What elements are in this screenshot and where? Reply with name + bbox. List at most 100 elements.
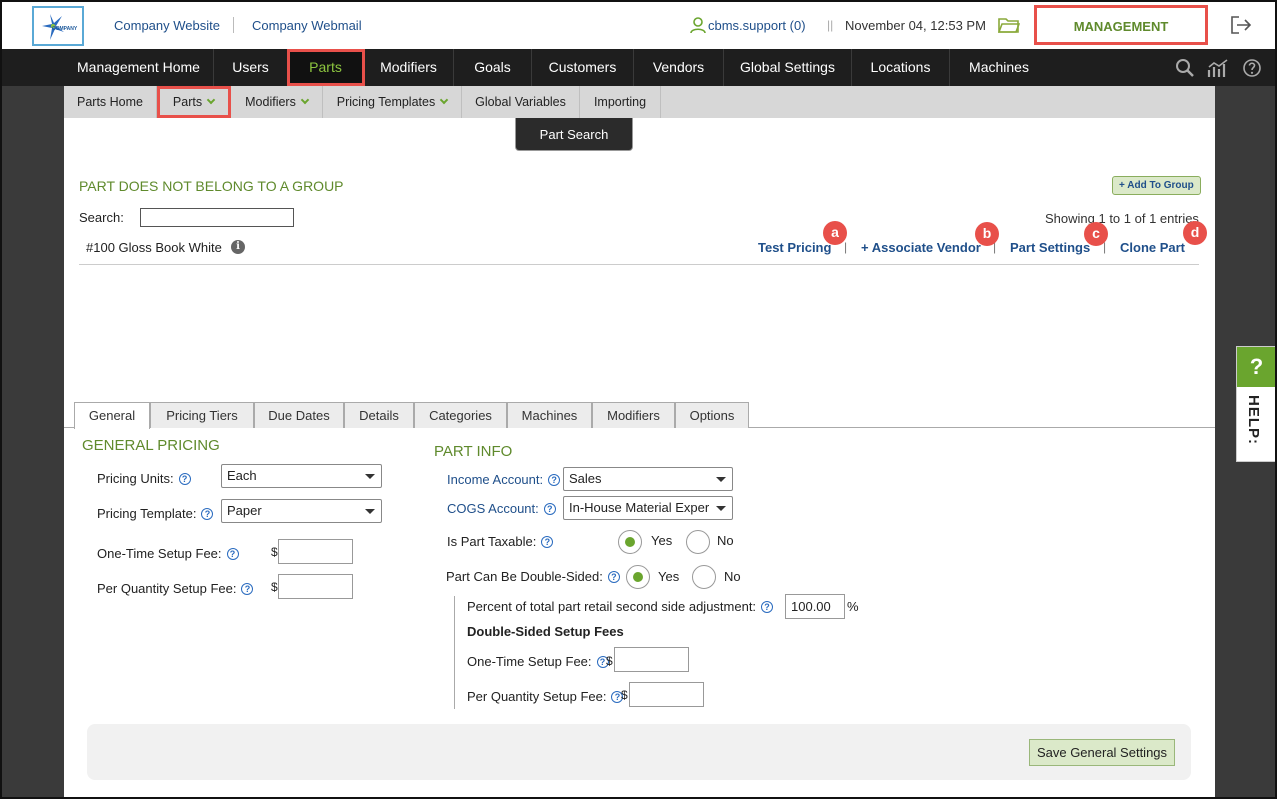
tab-due-dates[interactable]: Due Dates — [254, 402, 344, 428]
double-sided-no-radio[interactable] — [692, 565, 716, 589]
per-quantity-setup-label: Per Quantity Setup Fee: — [97, 581, 237, 596]
tab-general[interactable]: General — [74, 402, 150, 429]
company-webmail-link[interactable]: Company Webmail — [252, 18, 362, 33]
help-icon[interactable]: ? — [201, 508, 214, 520]
subnav-global-variables[interactable]: Global Variables — [462, 86, 580, 118]
ds-per-quantity-field-label: Per Quantity Setup Fee:? — [467, 689, 624, 704]
add-to-group-button[interactable]: + Add To Group — [1112, 176, 1201, 195]
nav-users[interactable]: Users — [214, 49, 288, 86]
sub-nav: Parts Home Parts Modifiers Pricing Templ… — [64, 86, 1215, 118]
logout-icon[interactable] — [1230, 15, 1252, 35]
one-time-setup-fee-input[interactable] — [278, 539, 353, 564]
part-search-menu-item[interactable]: Part Search — [515, 118, 633, 151]
percent-adjustment-input[interactable]: 100.00 — [785, 594, 845, 619]
caret-down-icon — [365, 474, 375, 479]
help-tab-label: HELP: — [1245, 395, 1262, 445]
income-account-label[interactable]: Income Account: — [447, 472, 543, 487]
chevron-down-icon — [439, 95, 449, 105]
double-sided-label: Part Can Be Double-Sided: — [446, 569, 603, 584]
nav-vendors[interactable]: Vendors — [634, 49, 724, 86]
current-datetime: November 04, 12:53 PM — [845, 18, 986, 33]
income-account-select[interactable]: Sales — [563, 467, 733, 491]
taxable-field-label: Is Part Taxable:? — [447, 534, 554, 549]
help-tab[interactable]: ? HELP: — [1236, 346, 1275, 462]
help-icon[interactable]: ? — [241, 583, 254, 595]
ds-per-quantity-label: Per Quantity Setup Fee: — [467, 689, 607, 704]
subnav-modifiers-label: Modifiers — [245, 95, 296, 109]
nav-customers[interactable]: Customers — [532, 49, 634, 86]
tab-details[interactable]: Details — [344, 402, 414, 428]
part-settings-link[interactable]: Part Settings — [1010, 240, 1090, 255]
help-circle-icon[interactable] — [1242, 58, 1262, 78]
subnav-pricing-templates[interactable]: Pricing Templates — [323, 86, 462, 118]
search-input[interactable] — [140, 208, 294, 227]
taxable-yes-radio[interactable] — [618, 530, 642, 554]
help-icon[interactable]: ? — [541, 536, 554, 548]
user-account-link[interactable]: cbms.support (0) — [708, 18, 806, 33]
management-button[interactable]: MANAGEMENT — [1034, 5, 1208, 45]
nav-management-home[interactable]: Management Home — [64, 49, 214, 86]
ds-per-quantity-setup-fee-input[interactable] — [629, 682, 704, 707]
app-frame: COMPANY Company Website Company Webmail … — [0, 0, 1277, 799]
pricing-units-select[interactable]: Each — [221, 464, 382, 488]
clone-part-link[interactable]: Clone Part — [1120, 240, 1185, 255]
analytics-icon[interactable] — [1207, 58, 1229, 78]
divider: | — [844, 240, 848, 254]
test-pricing-link[interactable]: Test Pricing — [758, 240, 831, 255]
help-icon[interactable]: ? — [226, 548, 239, 560]
ds-one-time-setup-fee-input[interactable] — [614, 647, 689, 672]
nav-global-settings[interactable]: Global Settings — [724, 49, 852, 86]
tab-machines[interactable]: Machines — [507, 402, 592, 428]
pricing-template-select[interactable]: Paper — [221, 499, 382, 523]
company-website-link[interactable]: Company Website — [114, 18, 220, 33]
subnav-importing[interactable]: Importing — [580, 86, 661, 118]
nav-goals[interactable]: Goals — [454, 49, 532, 86]
double-sided-yes-label: Yes — [658, 569, 680, 584]
double-sided-no-label: No — [724, 569, 741, 584]
double-sided-yes-radio[interactable] — [626, 565, 650, 589]
subnav-modifiers[interactable]: Modifiers — [231, 86, 323, 118]
tab-options[interactable]: Options — [675, 402, 749, 428]
associate-vendor-link[interactable]: + Associate Vendor — [861, 240, 981, 255]
cogs-account-select[interactable]: In-House Material Exper — [563, 496, 733, 520]
annotation-badge-b: b — [975, 222, 999, 246]
company-logo[interactable]: COMPANY — [32, 6, 84, 46]
pricing-template-label: Pricing Template: — [97, 506, 197, 521]
double-sided-setup-fees-title: Double-Sided Setup Fees — [467, 624, 624, 639]
annotation-badge-a: a — [823, 221, 847, 245]
tab-pricing-tiers[interactable]: Pricing Tiers — [150, 402, 254, 428]
caret-down-icon — [716, 506, 726, 511]
tab-modifiers[interactable]: Modifiers — [592, 402, 675, 428]
annotation-badge-d: d — [1183, 221, 1207, 245]
dollar-sign: $ — [606, 654, 613, 668]
general-pricing-title: GENERAL PRICING — [82, 437, 220, 454]
search-icon[interactable] — [1175, 58, 1195, 78]
nav-modifiers[interactable]: Modifiers — [364, 49, 454, 86]
help-icon[interactable]: ? — [548, 474, 561, 486]
cogs-account-label[interactable]: COGS Account: — [447, 501, 539, 516]
ds-one-time-field-label: One-Time Setup Fee:? — [467, 654, 609, 669]
subnav-parts-home[interactable]: Parts Home — [64, 86, 157, 118]
save-general-settings-button[interactable]: Save General Settings — [1029, 739, 1175, 766]
subnav-pricing-templates-label: Pricing Templates — [336, 95, 436, 109]
help-icon[interactable]: ? — [178, 473, 191, 485]
help-icon[interactable]: ? — [543, 503, 556, 515]
nav-machines[interactable]: Machines — [950, 49, 1048, 86]
pricing-units-field-label: Pricing Units:? — [97, 471, 191, 486]
folder-icon[interactable] — [998, 16, 1020, 34]
pricing-units-label: Pricing Units: — [97, 471, 174, 486]
nav-locations[interactable]: Locations — [852, 49, 950, 86]
taxable-no-radio[interactable] — [686, 530, 710, 554]
per-quantity-setup-field-label: Per Quantity Setup Fee:? — [97, 581, 254, 596]
entries-count: Showing 1 to 1 of 1 entries — [1045, 211, 1199, 226]
ds-one-time-label: One-Time Setup Fee: — [467, 654, 592, 669]
per-quantity-setup-fee-input[interactable] — [278, 574, 353, 599]
tab-categories[interactable]: Categories — [414, 402, 507, 428]
search-label: Search: — [79, 210, 124, 225]
dollar-sign: $ — [621, 688, 628, 702]
percent-adjustment-label: Percent of total part retail second side… — [467, 599, 757, 614]
double-sided-field-label: Part Can Be Double-Sided:? — [446, 569, 620, 584]
help-icon[interactable]: ? — [607, 571, 620, 583]
info-icon[interactable]: i — [231, 240, 245, 254]
help-icon[interactable]: ? — [761, 601, 774, 613]
